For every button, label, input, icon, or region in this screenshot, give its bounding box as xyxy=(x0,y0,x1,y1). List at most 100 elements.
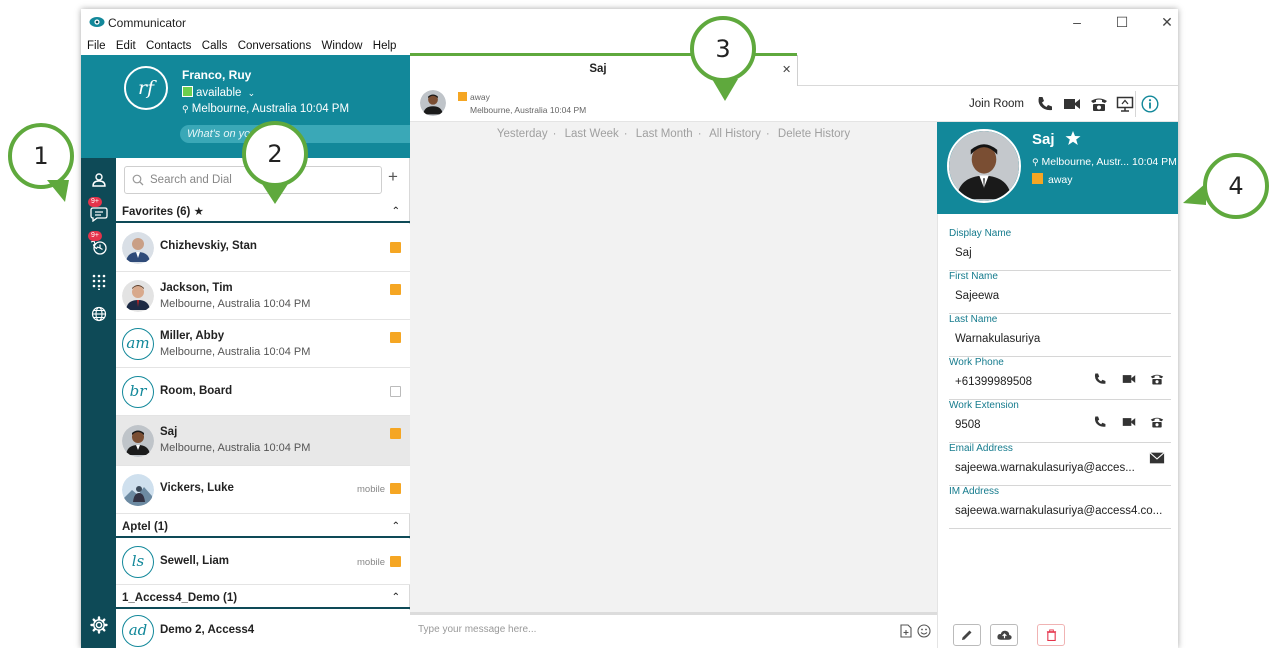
conversation-header: away Melbourne, Australia 10:04 PM Join … xyxy=(410,86,1178,122)
rail-header xyxy=(81,55,116,158)
conversations-rail-button[interactable]: 9+ xyxy=(86,197,111,227)
edit-contact-button[interactable] xyxy=(953,624,981,646)
contact-name: Demo 2, Access4 xyxy=(160,624,255,636)
emoji-icon[interactable] xyxy=(917,624,931,638)
field-value[interactable]: sajeewa.warnakulasuriya@access4.co... xyxy=(955,505,1162,517)
my-status-selector[interactable]: available ⌄ xyxy=(182,86,255,99)
cloud-save-button[interactable] xyxy=(990,624,1018,646)
menu-calls[interactable]: Calls xyxy=(202,40,228,52)
available-status-icon xyxy=(182,86,193,97)
field-label: Last Name xyxy=(949,314,998,325)
audio-call-icon[interactable] xyxy=(1092,415,1108,429)
contact-row[interactable]: Vickers, Luke mobile xyxy=(116,466,410,514)
contacts-rail-button[interactable] xyxy=(86,168,111,193)
add-contact-button[interactable]: + xyxy=(388,167,398,187)
menu-window[interactable]: Window xyxy=(322,40,363,52)
field-display-name: Display Name Saj xyxy=(949,228,1171,271)
envelope-icon[interactable] xyxy=(1149,451,1165,465)
info-icon[interactable] xyxy=(1141,95,1159,113)
call-history-rail-button[interactable]: 9+ xyxy=(86,231,111,261)
close-window-button[interactable]: ✕ xyxy=(1157,13,1177,31)
audio-call-icon[interactable] xyxy=(1036,95,1054,113)
message-area: Yesterday · Last Week · Last Month · All Hi… xyxy=(410,122,937,612)
maximize-button[interactable]: ☐ xyxy=(1112,13,1132,31)
window-title: Communicator xyxy=(108,16,187,30)
message-input[interactable]: Type your message here... xyxy=(418,624,536,635)
field-value[interactable]: Saj xyxy=(955,247,972,259)
contact-row-selected[interactable]: Saj Melbourne, Australia 10:04 PM xyxy=(116,416,410,466)
chevron-up-icon: ⌃ xyxy=(391,592,400,603)
contact-photo xyxy=(122,425,154,457)
screen-share-icon[interactable] xyxy=(1116,95,1134,113)
away-status-icon xyxy=(458,92,467,101)
video-call-icon[interactable] xyxy=(1121,372,1137,386)
communicator-logo-icon xyxy=(89,17,105,27)
video-call-icon[interactable] xyxy=(1121,415,1137,429)
mood-input[interactable]: What's on your mind? xyxy=(180,125,432,143)
field-im-address: IM Address sajeewa.warnakulasuriya@acces… xyxy=(949,486,1171,529)
minimize-button[interactable]: – xyxy=(1067,13,1087,31)
video-call-icon[interactable] xyxy=(1063,95,1081,113)
trash-icon xyxy=(1046,629,1057,642)
history-yesterday[interactable]: Yesterday xyxy=(497,128,548,140)
my-avatar[interactable]: rf xyxy=(124,66,168,110)
contact-name: Jackson, Tim xyxy=(160,282,233,294)
message-composer[interactable]: Type your message here... xyxy=(410,612,937,648)
email-actions xyxy=(1140,451,1165,468)
separator-dot: · xyxy=(552,128,557,140)
chevron-up-icon: ⌃ xyxy=(391,206,400,217)
contact-row[interactable]: ls Sewell, Liam mobile xyxy=(116,539,410,585)
group-header-access4-demo[interactable]: 1_Access4_Demo (1) ⌃ xyxy=(116,587,410,609)
field-value[interactable]: sajeewa.warnakulasuriya@acces... xyxy=(955,462,1135,474)
join-room-button[interactable]: Join Room xyxy=(969,98,1024,110)
communicator-window: Communicator – ☐ ✕ File Edit Contacts Ca… xyxy=(81,9,1178,648)
contact-row[interactable]: br Room, Board xyxy=(116,368,410,416)
search-icon xyxy=(132,174,144,186)
field-email-address: Email Address sajeewa.warnakulasuriya@ac… xyxy=(949,443,1171,486)
contact-name: Miller, Abby xyxy=(160,330,225,342)
call-history-badge: 9+ xyxy=(88,231,102,241)
callout-4: 4 xyxy=(1203,153,1269,219)
audio-call-icon[interactable] xyxy=(1092,372,1108,386)
close-tab-button[interactable]: ✕ xyxy=(782,63,791,76)
settings-rail-button[interactable] xyxy=(86,613,111,638)
offline-status-icon xyxy=(390,386,401,397)
field-value[interactable]: Sajeewa xyxy=(955,290,999,302)
mobile-tag: mobile xyxy=(357,557,385,568)
group-header-aptel[interactable]: Aptel (1) ⌃ xyxy=(116,516,410,538)
desk-phone-icon[interactable] xyxy=(1149,415,1165,429)
favorite-star-icon[interactable] xyxy=(1065,130,1081,146)
desk-phone-icon[interactable] xyxy=(1090,95,1108,113)
field-value[interactable]: +61399989508 xyxy=(955,376,1032,388)
contact-row[interactable]: Chizhevskiy, Stan xyxy=(116,224,410,272)
field-value[interactable]: Warnakulasuriya xyxy=(955,333,1040,345)
contact-row[interactable]: ad Demo 2, Access4 xyxy=(116,610,410,648)
contacts-panel: Search and Dial + Favorites (6) ★ ⌃ Chiz… xyxy=(116,158,410,648)
menu-contacts[interactable]: Contacts xyxy=(146,40,191,52)
callout-2: 2 xyxy=(242,121,308,187)
history-all[interactable]: All History xyxy=(709,128,761,140)
pencil-icon xyxy=(962,630,972,640)
menu-file[interactable]: File xyxy=(87,40,106,52)
cloud-upload-icon xyxy=(997,630,1012,640)
my-status-label: available xyxy=(196,87,242,99)
desk-phone-icon[interactable] xyxy=(1149,372,1165,386)
group-label: Aptel (1) xyxy=(122,521,168,533)
menu-edit[interactable]: Edit xyxy=(116,40,136,52)
dialpad-rail-button[interactable] xyxy=(86,270,111,295)
contact-row[interactable]: am Miller, Abby Melbourne, Australia 10:… xyxy=(116,320,410,368)
contact-row[interactable]: Jackson, Tim Melbourne, Australia 10:04 … xyxy=(116,272,410,320)
contact-info-status: away xyxy=(1032,173,1073,186)
history-delete[interactable]: Delete History xyxy=(778,128,850,140)
menu-help[interactable]: Help xyxy=(373,40,397,52)
contact-info-header: Saj ⚲ Melbourne, Austr... 10:04 PM away xyxy=(937,122,1178,214)
web-rail-button[interactable] xyxy=(86,302,111,327)
attach-file-icon[interactable] xyxy=(900,624,912,638)
contact-name: Chizhevskiy, Stan xyxy=(160,240,257,252)
menu-conversations[interactable]: Conversations xyxy=(238,40,312,52)
delete-contact-button[interactable] xyxy=(1037,624,1065,646)
history-last-month[interactable]: Last Month xyxy=(636,128,693,140)
history-last-week[interactable]: Last Week xyxy=(565,128,619,140)
field-value[interactable]: 9508 xyxy=(955,419,981,431)
title-bar: Communicator – ☐ ✕ xyxy=(81,9,1178,37)
